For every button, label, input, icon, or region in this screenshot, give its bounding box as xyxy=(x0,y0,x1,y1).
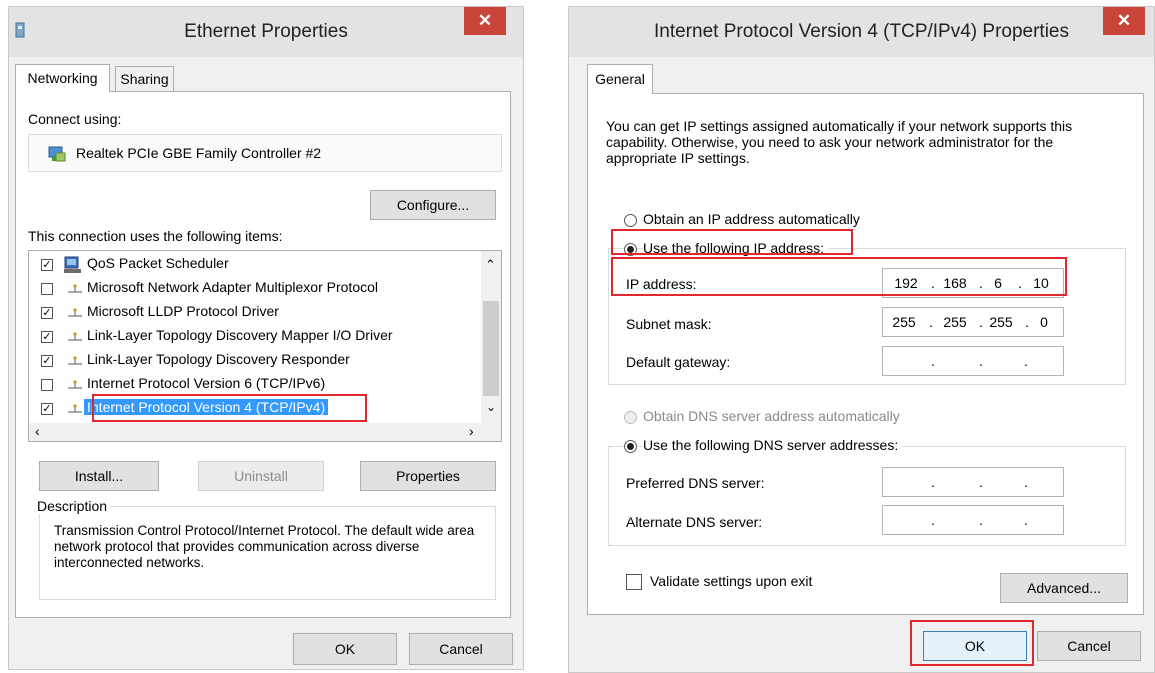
network-protocol-icon xyxy=(68,380,82,389)
adapter-name: Realtek PCIe GBE Family Controller #2 xyxy=(76,145,322,161)
obtain-ip-auto-label: Obtain an IP address automatically xyxy=(643,211,860,227)
items-label: This connection uses the following items… xyxy=(28,228,283,244)
adapter-box: Realtek PCIe GBE Family Controller #2 xyxy=(28,134,502,172)
intro-text: You can get IP settings assigned automat… xyxy=(606,118,1073,166)
octet: 255 xyxy=(943,314,967,330)
scroll-up-arrow[interactable]: ⌃ xyxy=(485,257,496,273)
highlight-ipv4-item xyxy=(92,394,367,422)
network-protocol-icon xyxy=(68,284,82,293)
list-item[interactable]: ✓ Link-Layer Topology Discovery Mapper I/… xyxy=(29,325,469,349)
properties-button[interactable]: Properties xyxy=(360,461,496,491)
tab-general[interactable]: General xyxy=(587,64,653,94)
dot: . xyxy=(1024,474,1028,490)
dot: . xyxy=(1024,512,1028,528)
vertical-scrollbar[interactable]: ⌃ ⌄ xyxy=(481,251,501,423)
ipv4-properties-window: Internet Protocol Version 4 (TCP/IPv4) P… xyxy=(568,6,1155,673)
list-item[interactable]: ✓ QoS Packet Scheduler xyxy=(29,253,469,277)
tab-label: Sharing xyxy=(120,71,169,87)
item-checkbox[interactable]: ✓ xyxy=(41,307,53,319)
qos-scheduler-icon xyxy=(64,256,81,273)
item-label: QoS Packet Scheduler xyxy=(87,255,229,271)
list-item[interactable]: Microsoft Network Adapter Multiplexor Pr… xyxy=(29,277,469,301)
dot: . xyxy=(931,353,935,369)
item-checkbox[interactable]: ✓ xyxy=(41,259,53,271)
uninstall-button[interactable]: Uninstall xyxy=(198,461,324,491)
ethernet-properties-window: Ethernet Properties ✕ Networking Sharing… xyxy=(8,6,524,670)
subnet-mask-label: Subnet mask: xyxy=(626,316,712,332)
obtain-dns-auto-label: Obtain DNS server address automatically xyxy=(643,408,900,424)
item-label: Link-Layer Topology Discovery Mapper I/O… xyxy=(87,327,393,343)
tab-networking[interactable]: Networking xyxy=(15,64,110,92)
item-label: Microsoft LLDP Protocol Driver xyxy=(87,303,279,319)
highlight-use-following-ip xyxy=(611,229,853,255)
use-following-dns-label: Use the following DNS server addresses: xyxy=(643,437,903,453)
obtain-dns-auto-radio[interactable] xyxy=(624,411,637,424)
dot: . xyxy=(979,314,983,330)
item-checkbox[interactable]: ✓ xyxy=(41,403,53,415)
title-bar[interactable]: Ethernet Properties ✕ xyxy=(9,7,523,57)
octet: 255 xyxy=(989,314,1013,330)
install-button[interactable]: Install... xyxy=(39,461,159,491)
network-protocol-icon xyxy=(68,332,82,341)
window-title: Ethernet Properties xyxy=(184,21,348,42)
close-button[interactable]: ✕ xyxy=(1103,7,1145,35)
subnet-mask-field[interactable]: 255 . 255 . 255 . 0 xyxy=(882,307,1064,337)
alternate-dns-label: Alternate DNS server: xyxy=(626,514,763,530)
network-protocol-icon xyxy=(68,356,82,365)
network-protocol-icon xyxy=(68,404,82,413)
scroll-left-arrow[interactable]: ‹ xyxy=(35,423,40,439)
list-item[interactable]: ✓ Link-Layer Topology Discovery Responder xyxy=(29,349,469,373)
scrollbar-thumb[interactable] xyxy=(483,301,499,396)
octet: 0 xyxy=(1040,314,1048,330)
dot: . xyxy=(979,353,983,369)
use-following-dns-radio[interactable] xyxy=(624,440,637,453)
item-label: Microsoft Network Adapter Multiplexor Pr… xyxy=(87,279,378,295)
dot: . xyxy=(931,474,935,490)
highlight-ip-address-row xyxy=(611,257,1067,296)
connect-using-label: Connect using: xyxy=(28,111,122,127)
dot: . xyxy=(979,512,983,528)
dot: . xyxy=(929,314,933,330)
dot: . xyxy=(1024,353,1028,369)
network-protocol-icon xyxy=(68,308,82,317)
validate-label: Validate settings upon exit xyxy=(650,573,813,589)
scroll-down-arrow[interactable]: ⌄ xyxy=(486,400,496,414)
item-checkbox[interactable]: ✓ xyxy=(41,331,53,343)
octet: 255 xyxy=(892,314,916,330)
scroll-right-arrow[interactable]: › xyxy=(469,423,474,439)
general-panel: You can get IP settings assigned automat… xyxy=(587,93,1144,615)
item-checkbox[interactable] xyxy=(41,283,53,295)
preferred-dns-label: Preferred DNS server: xyxy=(626,475,765,491)
item-checkbox[interactable] xyxy=(41,379,53,391)
horizontal-scrollbar[interactable]: ‹ › xyxy=(29,423,501,441)
cancel-button[interactable]: Cancel xyxy=(409,633,513,665)
validate-checkbox[interactable] xyxy=(626,574,642,590)
close-button[interactable]: ✕ xyxy=(464,7,506,35)
tab-sharing[interactable]: Sharing xyxy=(115,66,174,92)
list-item[interactable]: ✓ Microsoft LLDP Protocol Driver xyxy=(29,301,469,325)
dot: . xyxy=(979,474,983,490)
description-heading: Description xyxy=(34,498,111,514)
window-title: Internet Protocol Version 4 (TCP/IPv4) P… xyxy=(653,21,1069,42)
title-bar[interactable]: Internet Protocol Version 4 (TCP/IPv4) P… xyxy=(569,7,1154,57)
default-gateway-label: Default gateway: xyxy=(626,354,731,370)
item-checkbox[interactable]: ✓ xyxy=(41,355,53,367)
preferred-dns-field[interactable]: . . . xyxy=(882,467,1064,497)
highlight-ok-button xyxy=(910,620,1034,666)
description-text: Transmission Control Protocol/Internet P… xyxy=(54,523,475,570)
configure-button[interactable]: Configure... xyxy=(370,190,496,220)
network-adapter-icon xyxy=(48,146,66,162)
dot: . xyxy=(931,512,935,528)
default-gateway-field[interactable]: . . . xyxy=(882,346,1064,376)
tab-label: Networking xyxy=(27,70,98,86)
item-label: Link-Layer Topology Discovery Responder xyxy=(87,351,350,367)
item-label: Internet Protocol Version 6 (TCP/IPv6) xyxy=(87,375,326,391)
advanced-button[interactable]: Advanced... xyxy=(1000,573,1128,603)
ok-button[interactable]: OK xyxy=(293,633,397,665)
cancel-button[interactable]: Cancel xyxy=(1037,631,1141,661)
obtain-ip-auto-radio[interactable] xyxy=(624,214,637,227)
tab-label: General xyxy=(595,71,645,87)
alternate-dns-field[interactable]: . . . xyxy=(882,505,1064,535)
networking-panel: Connect using: Realtek PCIe GBE Family C… xyxy=(15,91,511,618)
